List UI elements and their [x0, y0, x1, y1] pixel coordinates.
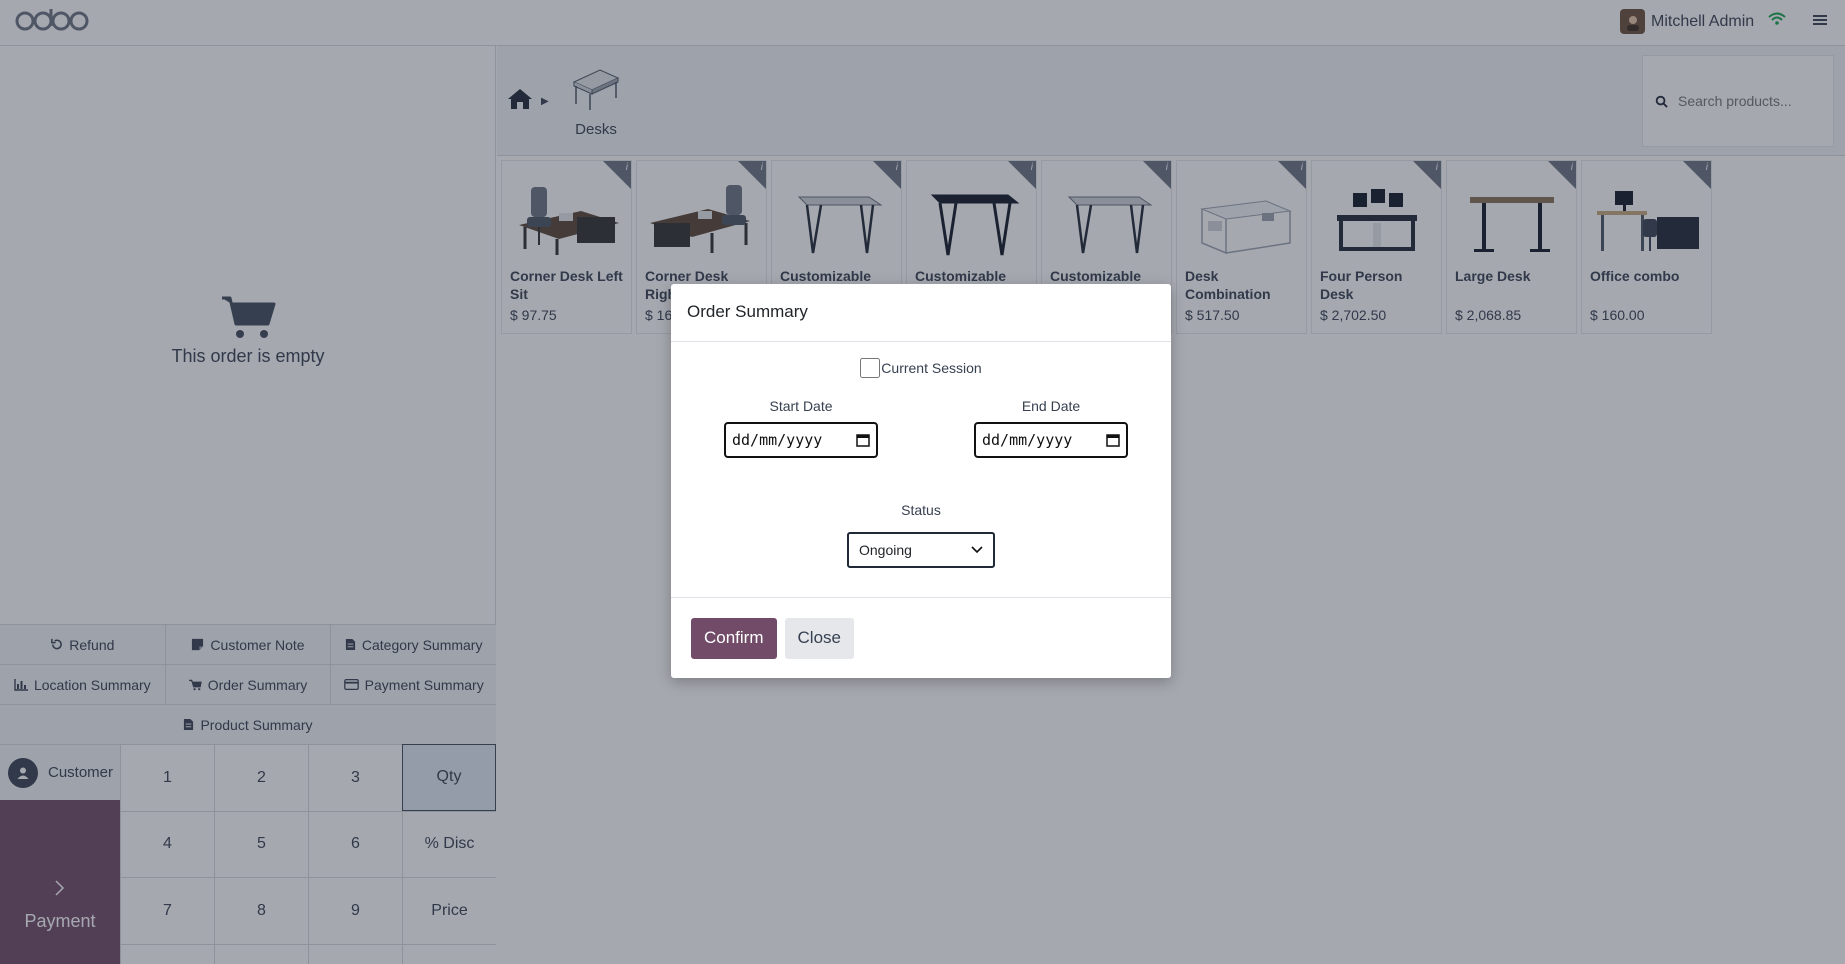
end-date-label: End Date — [1021, 398, 1081, 414]
current-session-checkbox[interactable] — [860, 358, 881, 378]
current-session-row[interactable]: Current Session — [671, 358, 1171, 378]
dialog-footer: Confirm Close — [671, 598, 1171, 678]
end-date-group: End Date dd/mm/yyyy — [974, 398, 1128, 458]
start-date-placeholder: dd/mm/yyyy — [732, 431, 823, 449]
order-summary-dialog: Order Summary Current Session Start Date… — [671, 284, 1171, 678]
status-select[interactable]: Ongoing — [847, 532, 995, 568]
start-date-label: Start Date — [769, 398, 833, 414]
status-selected-value: Ongoing — [859, 542, 912, 558]
start-date-input[interactable]: dd/mm/yyyy — [724, 422, 878, 458]
confirm-button[interactable]: Confirm — [691, 617, 777, 659]
calendar-icon[interactable] — [856, 433, 870, 447]
end-date-placeholder: dd/mm/yyyy — [982, 431, 1073, 449]
end-date-input[interactable]: dd/mm/yyyy — [974, 422, 1128, 458]
status-label: Status — [901, 502, 941, 518]
dialog-title: Order Summary — [671, 284, 1171, 342]
chevron-down-icon — [971, 546, 983, 554]
start-date-group: Start Date dd/mm/yyyy — [724, 398, 878, 458]
dialog-body: Current Session Start Date dd/mm/yyyy En… — [671, 342, 1171, 598]
calendar-icon[interactable] — [1106, 433, 1120, 447]
status-group: Status Ongoing — [671, 502, 1171, 568]
close-button[interactable]: Close — [784, 617, 854, 659]
current-session-label: Current Session — [881, 360, 982, 376]
